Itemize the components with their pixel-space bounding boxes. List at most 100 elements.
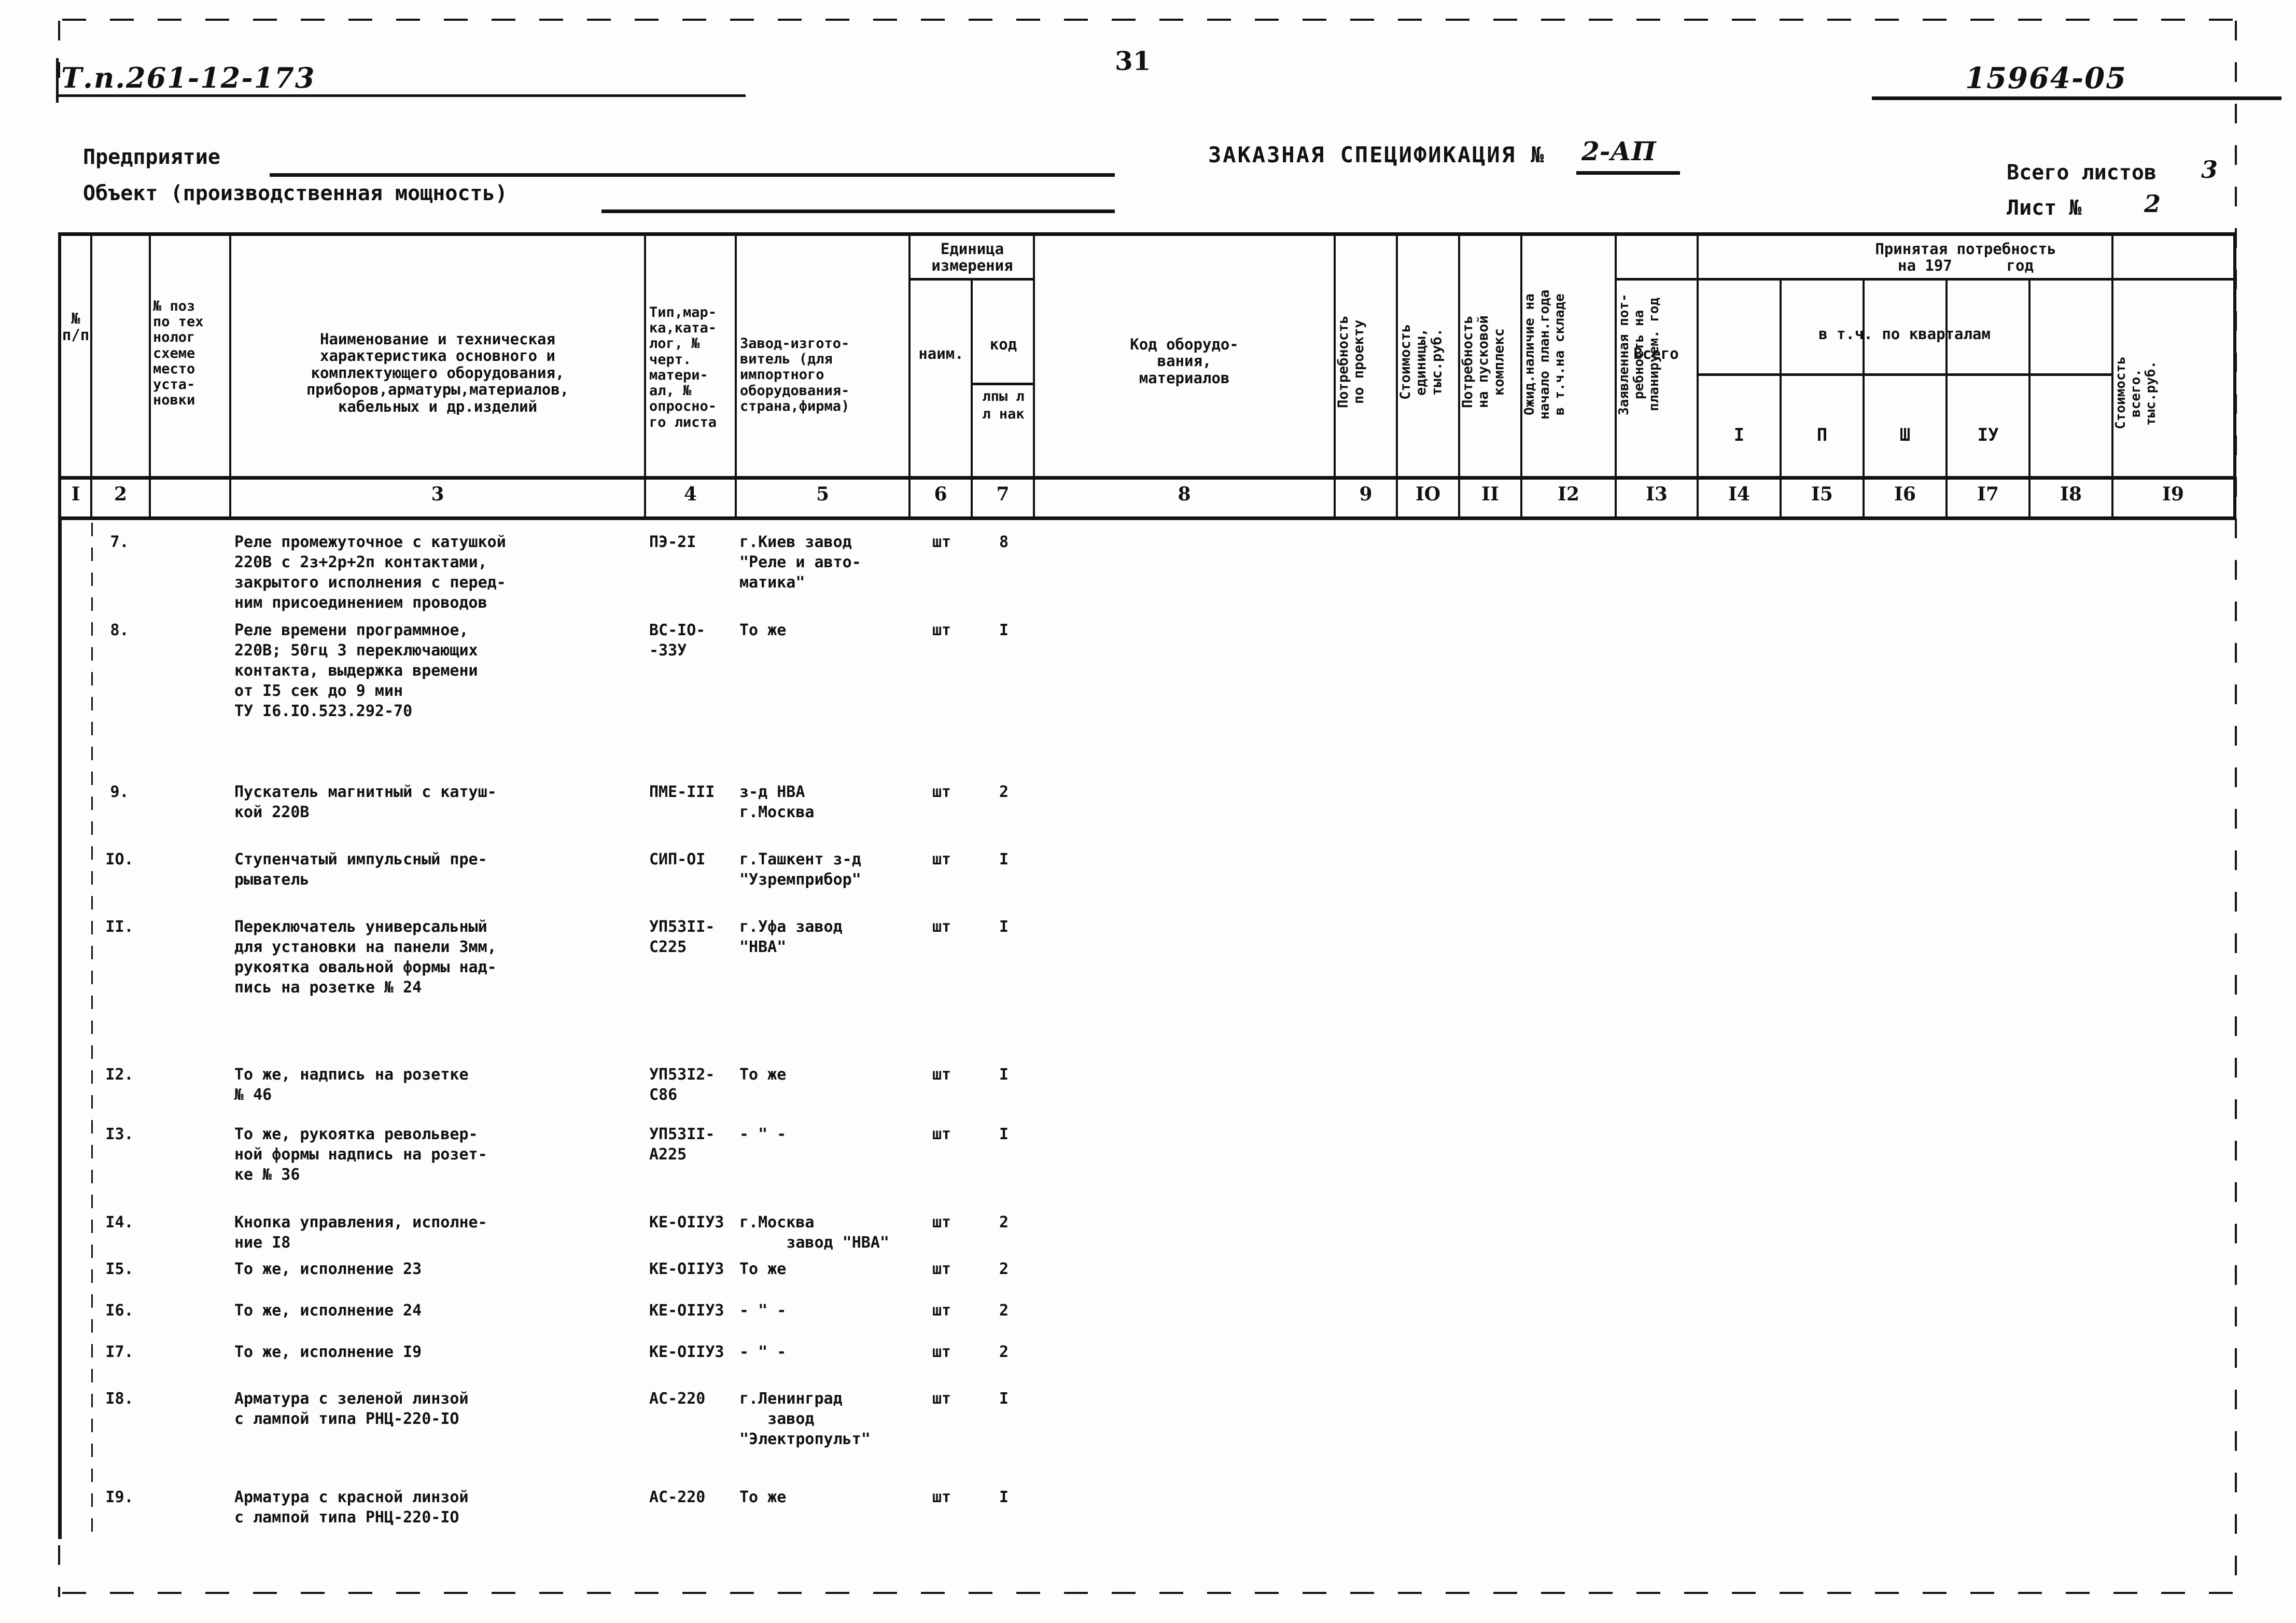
- total-sheets-value: 3: [2201, 156, 2218, 184]
- header-col-10: Стоимость единицы, тыс.руб.: [1397, 324, 1445, 400]
- row-maker: То же: [739, 1488, 787, 1506]
- row-type: СИП-OI: [649, 850, 706, 869]
- row-maker: То же: [739, 621, 787, 639]
- project-code: Т.п.261-12-173: [61, 61, 316, 94]
- row-qty: 2: [999, 1302, 1009, 1320]
- colnum-13: I3: [1646, 483, 1668, 505]
- row-qty: 2: [999, 783, 1009, 801]
- row-maker: г.Ташкент з-д "Узремприбор": [739, 850, 861, 889]
- row-separator-tick-1: [58, 626, 62, 782]
- accepted-group-rule: [1615, 278, 2234, 281]
- enterprise-label: Предприятие: [83, 145, 220, 169]
- header-col-11: Потребность на пусковой комплекс: [1460, 315, 1507, 409]
- row-number: I2.: [105, 1066, 134, 1084]
- spec-number: 2-АП: [1581, 136, 1656, 166]
- unit-group-rule: [908, 278, 1034, 281]
- row-number: 9.: [110, 783, 129, 801]
- table-numrow-bottom-rule: [58, 516, 2236, 520]
- row-unit: шт: [932, 1390, 951, 1408]
- total-sheets-label: Всего листов: [2007, 161, 2157, 185]
- row-name: То же, исполнение 24: [234, 1302, 422, 1320]
- row-qty: 2: [999, 1213, 1009, 1232]
- spec-title: ЗАКАЗНАЯ СПЕЦИФИКАЦИЯ №: [1208, 142, 1546, 167]
- header-col-19: Стоимость всего. тыс.руб.: [2113, 356, 2159, 430]
- row-name: Арматура с зеленой линзой с лампой типа …: [234, 1390, 469, 1428]
- header-col-15: I: [1733, 425, 1745, 445]
- row-name: Реле промежуточное с катушкой 220В с 2з+…: [234, 533, 506, 612]
- project-code-rule: [56, 94, 746, 97]
- header-col-1: № п/п: [62, 310, 90, 344]
- colnum-19: I9: [2162, 483, 2184, 505]
- row-maker: г.Москва завод "НВА": [739, 1213, 889, 1252]
- colnum-16: I6: [1894, 483, 1916, 505]
- row-unit: шт: [932, 850, 951, 869]
- row-maker: з-д НВА г.Москва: [739, 783, 815, 821]
- row-unit: шт: [932, 1260, 951, 1278]
- col-v-1: [90, 234, 92, 520]
- colnum-17: I7: [1977, 483, 1999, 505]
- row-qty: I: [999, 1066, 1009, 1084]
- row-number: 7.: [110, 533, 129, 551]
- colnum-18: I8: [2060, 483, 2082, 505]
- top-frame-dash: [62, 19, 2240, 21]
- row-qty: I: [999, 850, 1009, 869]
- header-quarters-group: в т.ч. по кварталам: [1818, 325, 1991, 343]
- row-type: ПМЕ-III: [649, 783, 715, 801]
- row-separator-tick-4: [58, 1264, 62, 1389]
- row-type: АС-220: [649, 1488, 706, 1506]
- row-type: КЕ-OIIУ3: [649, 1260, 724, 1278]
- colnum-11: II: [1481, 483, 1499, 505]
- header-col-16: П: [1816, 425, 1828, 445]
- row-name: Переключатель универсальный для установк…: [234, 918, 497, 997]
- colnum-6: 6: [934, 483, 947, 505]
- header-accepted-group: Принятая потребность на 197 год: [1875, 240, 2056, 275]
- object-fill-line[interactable]: [601, 209, 1115, 213]
- row-qty: I: [999, 1125, 1009, 1143]
- document-page: Т.п.261-12-173 31 15964-05 Предприятие О…: [0, 0, 2296, 1623]
- colnum-10: IO: [1415, 483, 1441, 505]
- row-number: I5.: [105, 1260, 134, 1278]
- row-separator-tick-0: [58, 523, 62, 611]
- row-type: КЕ-OIIУ3: [649, 1343, 724, 1361]
- colnum-2: 2: [114, 483, 128, 505]
- row-name: То же, надпись на розетке № 46: [234, 1066, 469, 1104]
- header-unit-group: Единица измерения: [931, 240, 1013, 275]
- header-col-18: IУ: [1977, 425, 1999, 445]
- enterprise-fill-line[interactable]: [270, 173, 1115, 177]
- row-type: ПЭ-2I: [649, 533, 696, 551]
- row-maker: - " -: [739, 1302, 787, 1320]
- colnum-12: I2: [1558, 483, 1579, 505]
- row-name: Ступенчатый импульсный пре- рыватель: [234, 850, 487, 889]
- row-unit: шт: [932, 1213, 951, 1232]
- row-name: Кнопка управления, исполне- ние I8: [234, 1213, 487, 1252]
- bottom-frame-dash: [62, 1592, 2240, 1594]
- row-name: Арматура с красной линзой с лампой типа …: [234, 1488, 469, 1527]
- row-number: I7.: [105, 1343, 134, 1361]
- specification-table: № п/п № поз по тех нолог схеме место уст…: [58, 232, 2236, 1539]
- col-v-14: [1697, 234, 1699, 520]
- row-type: ВС-IO- -33У: [649, 621, 706, 660]
- header-col-8: Код оборудо- вания, материалов: [1130, 335, 1239, 387]
- row-type: УП53I2- С86: [649, 1066, 715, 1104]
- left-frame-dash-lower: [58, 1545, 60, 1597]
- colnum-1: I: [71, 483, 80, 505]
- header-col-12: Ожид.наличие на начало план.года в т.ч.н…: [1522, 289, 1568, 419]
- row-qty: I: [999, 1488, 1009, 1506]
- row-type: АС-220: [649, 1390, 706, 1408]
- row-unit: шт: [932, 783, 951, 801]
- row-unit: шт: [932, 533, 951, 551]
- row-unit: шт: [932, 1488, 951, 1506]
- sheet-value: 2: [2144, 190, 2161, 218]
- row-name: Пускатель магнитный с катуш- кой 220В: [234, 783, 497, 821]
- row-separator-tick-2: [58, 803, 62, 865]
- row-number: 8.: [110, 621, 129, 639]
- object-label: Объект (производственная мощность): [83, 181, 508, 205]
- header-col-3: Наименование и техническая характеристик…: [306, 330, 569, 415]
- row-separator-tick-3: [58, 1067, 62, 1223]
- body-col1-divider: [91, 523, 93, 1539]
- row-type: КЕ-OIIУ3: [649, 1302, 724, 1320]
- sheet-label: Лист №: [2007, 196, 2082, 220]
- row-name: Реле времени программное, 220В; 50гц 3 п…: [234, 621, 478, 720]
- row-maker: То же: [739, 1260, 787, 1278]
- colnum-9: 9: [1359, 483, 1373, 505]
